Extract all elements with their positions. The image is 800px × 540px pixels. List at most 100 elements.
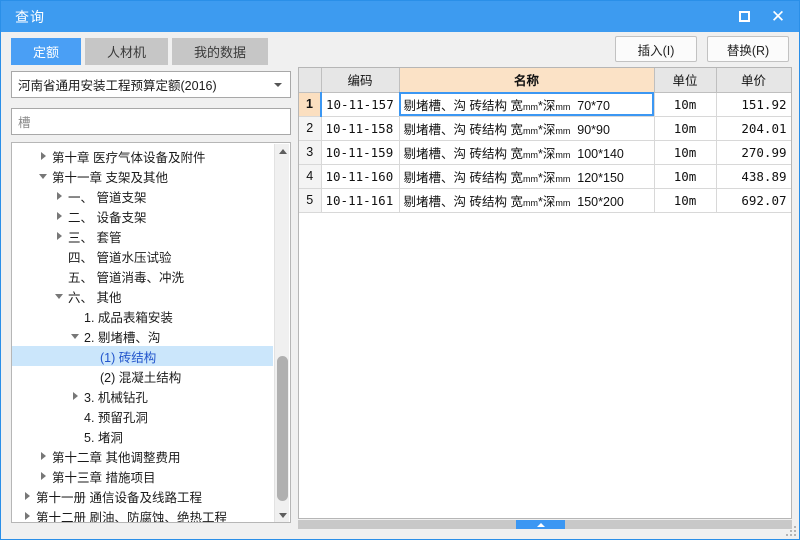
cell-price[interactable]: 692.07 bbox=[716, 188, 791, 213]
cell-unit[interactable]: 10m bbox=[654, 92, 717, 117]
cell-name-prefix: 剔堵槽、沟 砖结构 宽 bbox=[403, 122, 523, 137]
library-select[interactable]: 河南省通用安装工程预算定额(2016) bbox=[11, 71, 291, 98]
window-title: 查询 bbox=[15, 8, 45, 25]
table-row[interactable]: 1 10-11-157 剔堵槽、沟 砖结构 宽mm*深mm 70*70 10m 151.… bbox=[299, 92, 791, 117]
cell-unit[interactable]: 10m bbox=[654, 116, 717, 141]
tree-scrollbar-thumb[interactable] bbox=[277, 356, 288, 501]
cell-price[interactable]: 438.89 bbox=[716, 164, 791, 189]
chevron-down-icon[interactable] bbox=[68, 333, 82, 339]
chevron-right-icon[interactable] bbox=[52, 232, 66, 240]
tree-item[interactable]: 六、 其他 bbox=[12, 286, 273, 306]
table-row[interactable]: 2 10-11-158 剔堵槽、沟 砖结构 宽mm*深mm 90*90 10m 204.… bbox=[299, 116, 791, 141]
column-header-unit[interactable]: 单位 bbox=[654, 68, 717, 93]
search-input[interactable]: 槽 bbox=[11, 108, 291, 135]
row-number[interactable]: 5 bbox=[299, 188, 322, 213]
title-bar: 查询 ✕ bbox=[1, 1, 799, 32]
tree-item[interactable]: 三、 套管 bbox=[12, 226, 273, 246]
maximize-icon[interactable] bbox=[727, 1, 761, 32]
cell-name[interactable]: 剔堵槽、沟 砖结构 宽mm*深mm 150*200 bbox=[399, 188, 655, 213]
tree-item[interactable]: 第十一章 支架及其他 bbox=[12, 166, 273, 186]
chevron-right-glyph bbox=[72, 392, 78, 400]
cell-code[interactable]: 10-11-161 bbox=[321, 188, 400, 213]
cell-unit[interactable]: 10m bbox=[654, 164, 717, 189]
library-select-value: 河南省通用安装工程预算定额(2016) bbox=[18, 79, 217, 93]
cell-price[interactable]: 270.99 bbox=[716, 140, 791, 165]
tree-item[interactable]: 2. 剔堵槽、沟 bbox=[12, 326, 273, 346]
tab-my-data[interactable]: 我的数据 bbox=[172, 38, 269, 65]
replace-button[interactable]: 替换(R) bbox=[707, 36, 789, 62]
column-header-rownum[interactable] bbox=[299, 68, 322, 93]
column-header-code[interactable]: 编码 bbox=[321, 68, 400, 93]
table-row[interactable]: 3 10-11-159 剔堵槽、沟 砖结构 宽mm*深mm 100*140 10m 27… bbox=[299, 140, 791, 165]
tree-item-label: 第十三章 措施项目 bbox=[52, 470, 156, 485]
cell-name[interactable]: 剔堵槽、沟 砖结构 宽mm*深mm 90*90 bbox=[399, 116, 655, 141]
tree-item[interactable]: (1) 砖结构 bbox=[12, 346, 273, 366]
tree-item[interactable]: 第十章 医疗气体设备及附件 bbox=[12, 146, 273, 166]
tree-item[interactable]: 第十三章 措施项目 bbox=[12, 466, 273, 486]
table-row[interactable]: 5 10-11-161 剔堵槽、沟 砖结构 宽mm*深mm 150*200 10m 69… bbox=[299, 188, 791, 213]
cell-name-mid: *深 bbox=[537, 170, 556, 185]
row-number[interactable]: 4 bbox=[299, 164, 322, 189]
chevron-down-icon[interactable] bbox=[36, 173, 50, 179]
tree-item[interactable]: 一、 管道支架 bbox=[12, 186, 273, 206]
chevron-down-glyph bbox=[55, 293, 63, 299]
column-header-price[interactable]: 单价 bbox=[716, 68, 791, 93]
cell-unit[interactable]: 10m bbox=[654, 140, 717, 165]
chevron-down-icon[interactable] bbox=[52, 293, 66, 299]
insert-button[interactable]: 插入(I) bbox=[615, 36, 697, 62]
chevron-right-glyph bbox=[40, 152, 46, 160]
cell-name[interactable]: 剔堵槽、沟 砖结构 宽mm*深mm 120*150 bbox=[399, 164, 655, 189]
chevron-right-icon[interactable] bbox=[52, 192, 66, 200]
tree-item[interactable]: 四、 管道水压试验 bbox=[12, 246, 273, 266]
cell-name-prefix: 剔堵槽、沟 砖结构 宽 bbox=[403, 194, 523, 209]
chevron-right-glyph bbox=[40, 472, 46, 480]
cell-name[interactable]: 剔堵槽、沟 砖结构 宽mm*深mm 70*70 bbox=[399, 92, 655, 117]
scroll-up-icon[interactable] bbox=[275, 144, 290, 159]
chevron-right-icon[interactable] bbox=[68, 392, 82, 400]
chevron-right-icon[interactable] bbox=[36, 472, 50, 480]
horizontal-splitter[interactable] bbox=[298, 520, 792, 529]
tab-materials[interactable]: 人材机 bbox=[85, 38, 169, 65]
tree-item[interactable]: 4. 预留孔洞 bbox=[12, 406, 273, 426]
tree-item[interactable]: 二、 设备支架 bbox=[12, 206, 273, 226]
search-input-value: 槽 bbox=[18, 116, 31, 130]
chevron-right-icon[interactable] bbox=[20, 512, 34, 520]
tree-item[interactable]: 3. 机械钻孔 bbox=[12, 386, 273, 406]
chevron-right-icon[interactable] bbox=[52, 212, 66, 220]
cell-name-mid: *深 bbox=[537, 146, 556, 161]
tree-item[interactable]: 五、 管道消毒、冲洗 bbox=[12, 266, 273, 286]
row-number[interactable]: 1 bbox=[299, 92, 322, 117]
chevron-right-icon[interactable] bbox=[20, 492, 34, 500]
tree-item[interactable]: 第十二册 刷油、防腐蚀、绝热工程 bbox=[12, 506, 273, 522]
chevron-right-icon[interactable] bbox=[36, 452, 50, 460]
table-row[interactable]: 4 10-11-160 剔堵槽、沟 砖结构 宽mm*深mm 120*150 10m 43… bbox=[299, 164, 791, 189]
cell-price[interactable]: 151.92 bbox=[716, 92, 791, 117]
tree-item[interactable]: 第十二章 其他调整费用 bbox=[12, 446, 273, 466]
tree-item[interactable]: (2) 混凝土结构 bbox=[12, 366, 273, 386]
tree-scrollbar[interactable] bbox=[274, 144, 290, 522]
row-number[interactable]: 3 bbox=[299, 140, 322, 165]
chevron-right-icon[interactable] bbox=[36, 152, 50, 160]
cell-unit[interactable]: 10m bbox=[654, 188, 717, 213]
tree-item[interactable]: 第十一册 通信设备及线路工程 bbox=[12, 486, 273, 506]
cell-name-unit-1: mm bbox=[522, 101, 538, 112]
tree-item[interactable]: 5. 堵洞 bbox=[12, 426, 273, 446]
column-header-name[interactable]: 名称 bbox=[399, 68, 655, 93]
row-number[interactable]: 2 bbox=[299, 116, 322, 141]
resize-grip-icon[interactable] bbox=[784, 524, 796, 536]
cell-price[interactable]: 204.01 bbox=[716, 116, 791, 141]
cell-code[interactable]: 10-11-158 bbox=[321, 116, 400, 141]
tree-item-label: 2. 剔堵槽、沟 bbox=[84, 330, 161, 345]
cell-code[interactable]: 10-11-157 bbox=[321, 92, 400, 117]
cell-code[interactable]: 10-11-160 bbox=[321, 164, 400, 189]
action-buttons: 插入(I) 替换(R) bbox=[615, 36, 789, 62]
tree-item[interactable]: 1. 成品表箱安装 bbox=[12, 306, 273, 326]
tab-quota[interactable]: 定额 bbox=[11, 38, 82, 65]
scroll-down-icon[interactable] bbox=[275, 508, 290, 522]
close-icon[interactable]: ✕ bbox=[761, 1, 795, 32]
cell-name[interactable]: 剔堵槽、沟 砖结构 宽mm*深mm 100*140 bbox=[399, 140, 655, 165]
splitter-handle[interactable] bbox=[516, 520, 565, 529]
cell-code[interactable]: 10-11-159 bbox=[321, 140, 400, 165]
chevron-down-glyph bbox=[71, 333, 79, 339]
chevron-right-glyph bbox=[56, 192, 62, 200]
